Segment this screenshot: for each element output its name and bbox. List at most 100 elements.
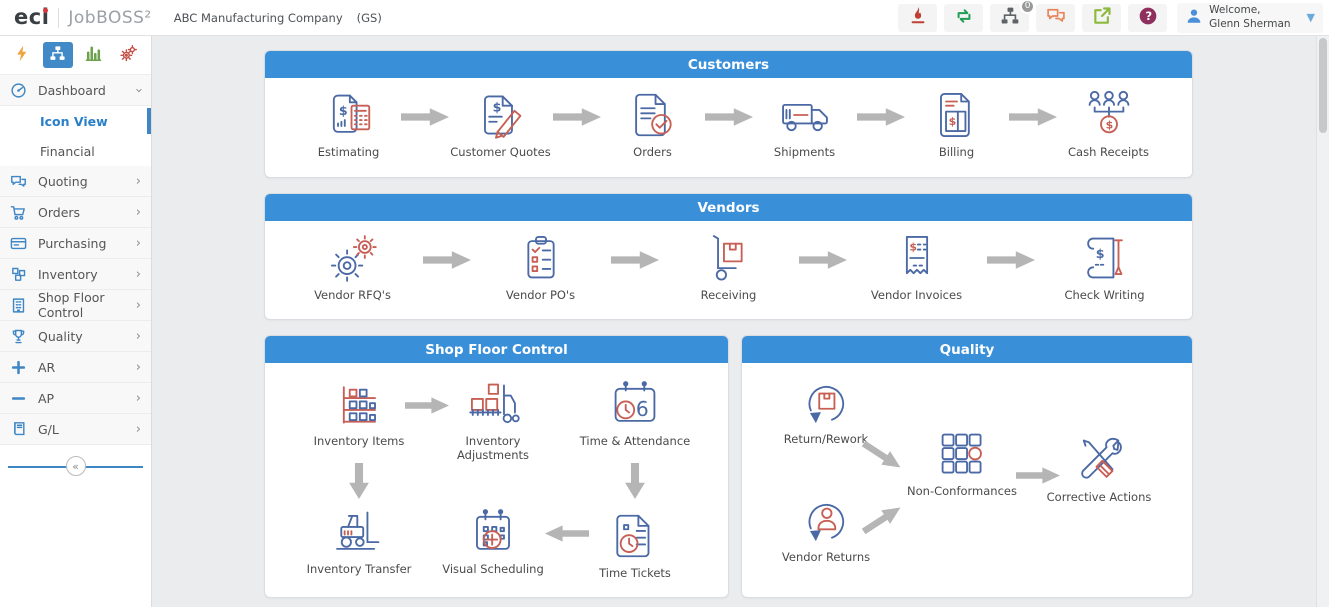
vendors-flow: Vendor RFQ's Vendor PO's Receiving $ Ven… (265, 221, 1192, 302)
refresh-icon (954, 6, 974, 30)
flow-node-time-attendance[interactable]: 6 Time & Attendance (575, 377, 695, 448)
shop-floor-panel-header: Shop Floor Control (265, 336, 728, 363)
flow-node-orders[interactable]: Orders (601, 88, 705, 159)
flow-arrow-icon (400, 108, 449, 126)
billing-icon: $ (930, 88, 984, 142)
chevron-right-icon: › (135, 173, 141, 189)
flow-node-shipments[interactable]: Shipments (753, 88, 857, 159)
sidebar-item-label: G/L (38, 421, 59, 437)
return-rework-icon (799, 375, 853, 429)
sidebar-collapse-area: « (0, 455, 151, 477)
quoting-icon (10, 173, 27, 190)
flow-node-receiving[interactable]: Receiving (659, 231, 799, 302)
messages-button[interactable] (1036, 3, 1076, 32)
flow-arrow-icon (552, 108, 601, 126)
chevron-down-icon: ▼ (1306, 11, 1315, 24)
customer-quotes-icon: $ (474, 88, 528, 142)
shop-floor-flow: Inventory Items Inventory Adjustments 6 … (265, 363, 728, 597)
sidebar: Dashboard › Icon View Financial Quoting … (0, 36, 152, 607)
sidebar-item-quoting[interactable]: Quoting › (0, 166, 151, 197)
chevron-right-icon: › (135, 421, 141, 437)
quality-flow: Return/Rework Vendor Returns Non-Conform… (742, 363, 1192, 597)
sidebar-item-gl[interactable]: G/L › (0, 414, 151, 445)
sidebar-item-ar[interactable]: AR › (0, 352, 151, 383)
sidebar-item-icon-view[interactable]: Icon View (0, 106, 151, 136)
icon-view-icon (49, 45, 66, 66)
flow-node-corrective-actions[interactable]: Corrective Actions (1039, 433, 1159, 504)
hot-list-button[interactable] (898, 3, 938, 32)
flow-node-label: Billing (938, 145, 975, 159)
messages-icon (1046, 6, 1066, 30)
flow-node-check-writing[interactable]: $ Check Writing (1035, 231, 1175, 302)
flow-arrow-icon (422, 251, 471, 269)
minus-icon (10, 390, 27, 407)
org-chart-button[interactable]: 0 (990, 0, 1036, 32)
chevron-right-icon: › (135, 204, 141, 220)
flow-node-vendor-invoices[interactable]: $ Vendor Invoices (847, 231, 987, 302)
chevron-down-icon: › (130, 87, 146, 93)
flow-node-visual-scheduling[interactable]: Visual Scheduling (433, 505, 553, 576)
flow-arrow-icon (856, 108, 905, 126)
external-link-button[interactable] (1082, 3, 1122, 32)
sidebar-item-inventory[interactable]: Inventory › (0, 259, 151, 290)
scrollbar-thumb[interactable] (1319, 38, 1327, 133)
flow-node-inventory-adjustments[interactable]: Inventory Adjustments (433, 377, 553, 463)
flow-node-time-tickets[interactable]: Time Tickets (575, 509, 695, 580)
notification-badge: 0 (1020, 0, 1036, 14)
settings-view-tab[interactable] (114, 42, 145, 68)
time-tickets-icon (608, 509, 662, 563)
chevron-right-icon: › (135, 235, 141, 251)
flow-node-inventory-transfer[interactable]: Inventory Transfer (299, 505, 419, 576)
vertical-scrollbar[interactable] (1316, 36, 1329, 607)
check-writing-icon: $ (1078, 231, 1132, 285)
flow-arrow-icon (986, 251, 1035, 269)
vendor-po-icon (514, 231, 568, 285)
vendor-rfq-icon (326, 231, 380, 285)
welcome-line2: Glenn Sherman (1209, 17, 1291, 30)
inventory-transfer-icon (332, 505, 386, 559)
quick-actions-tab[interactable] (7, 42, 38, 68)
dashboard-icon-view: Customers $ Estimating $ Customer Quotes (152, 36, 1329, 607)
logo-divider (58, 7, 60, 28)
non-conformances-icon (935, 427, 989, 481)
time-attendance-icon: 6 (608, 377, 662, 431)
flow-node-estimating[interactable]: $ Estimating (297, 88, 401, 159)
sidebar-item-dashboard[interactable]: Dashboard › (0, 75, 151, 106)
chevron-right-icon: › (135, 297, 141, 313)
sidebar-item-quality[interactable]: Quality › (0, 321, 151, 352)
sidebar-item-financial[interactable]: Financial (0, 136, 151, 166)
user-menu[interactable]: Welcome, Glenn Sherman ▼ (1177, 2, 1323, 33)
customers-panel: Customers $ Estimating $ Customer Quotes (264, 50, 1193, 178)
sidebar-item-purchasing[interactable]: Purchasing › (0, 228, 151, 259)
flow-node-billing[interactable]: $ Billing (905, 88, 1009, 159)
flow-node-vendor-rfqs[interactable]: Vendor RFQ's (283, 231, 423, 302)
flow-node-label: Time Tickets (599, 566, 671, 580)
inventory-icon (10, 266, 27, 283)
flow-node-cash-receipts[interactable]: $ Cash Receipts (1057, 88, 1161, 159)
lightning-icon (14, 45, 31, 66)
flow-node-label: Customer Quotes (450, 145, 551, 159)
svg-text:$: $ (338, 103, 347, 118)
flow-node-non-conformances[interactable]: Non-Conformances (902, 427, 1022, 498)
sidebar-item-orders[interactable]: Orders › (0, 197, 151, 228)
icon-view-tab[interactable] (42, 42, 73, 68)
chart-view-tab[interactable] (78, 42, 109, 68)
sidebar-item-label: Icon View (40, 113, 108, 129)
active-indicator (147, 108, 151, 134)
flow-node-label: Vendor PO's (505, 288, 576, 302)
sidebar-item-shop-floor-control[interactable]: Shop Floor Control › (0, 290, 151, 321)
gears-icon (120, 44, 138, 66)
sidebar-item-ap[interactable]: AP › (0, 383, 151, 414)
user-icon (1185, 7, 1203, 29)
company-name: ABC Manufacturing Company (173, 10, 343, 25)
flow-node-customer-quotes[interactable]: $ Customer Quotes (449, 88, 553, 159)
flow-node-inventory-items[interactable]: Inventory Items (299, 377, 419, 448)
sidebar-collapse-button[interactable]: « (65, 456, 86, 476)
flow-node-label: Vendor Invoices (870, 288, 963, 302)
refresh-button[interactable] (944, 3, 984, 32)
svg-text:$: $ (909, 240, 917, 253)
welcome-line1: Welcome, (1209, 4, 1261, 17)
help-button[interactable]: ? (1128, 3, 1168, 32)
flow-node-vendor-pos[interactable]: Vendor PO's (471, 231, 611, 302)
sidebar-item-label: Dashboard (38, 82, 106, 98)
